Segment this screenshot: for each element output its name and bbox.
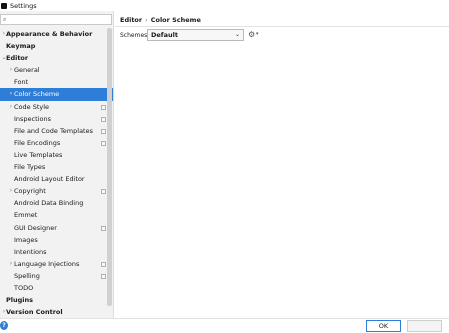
sidebar-item-label: Appearance & Behavior	[6, 30, 93, 38]
sidebar-item-label: Live Templates	[14, 150, 63, 159]
sidebar-item-label: Plugins	[6, 296, 33, 305]
sidebar-item-editor[interactable]: ⌄ Editor	[0, 52, 113, 64]
cancel-button[interactable]	[407, 320, 442, 332]
sidebar-item-intentions[interactable]: Intentions	[0, 246, 113, 258]
sidebar-item-emmet[interactable]: Emmet	[0, 209, 113, 221]
sidebar-item-label: Color Scheme	[14, 90, 60, 99]
project-settings-icon	[101, 116, 106, 122]
sidebar-item-label: Editor	[6, 54, 29, 63]
breadcrumb-color-scheme: Color Scheme	[150, 16, 201, 24]
sidebar-item-label: Version Control	[6, 308, 63, 317]
app-icon	[1, 2, 7, 9]
breadcrumb-separator: ›	[145, 16, 148, 24]
sidebar-item-label: Intentions	[14, 247, 47, 256]
project-settings-icon	[101, 104, 106, 110]
sidebar-item-label: Android Data Binding	[14, 199, 84, 208]
sidebar-item-file-types[interactable]: File Types	[0, 161, 113, 173]
help-button[interactable]: ?	[0, 321, 8, 330]
breadcrumb-editor: Editor	[120, 16, 143, 24]
sidebar-item-label: GUI Designer	[14, 223, 57, 232]
main-panel: Editor › Color Scheme Schemes: Default ⌄ ⚙…	[115, 11, 449, 318]
scheme-select[interactable]: Default ⌄	[147, 29, 244, 41]
sidebar-item-plugins[interactable]: Plugins	[0, 294, 113, 306]
settings-tree: › Appearance & Behavior Keymap ⌄ Editor › Gene…	[0, 28, 113, 318]
sidebar-item-file-and-code-templates[interactable]: File and Code Templates	[0, 125, 113, 137]
gear-icon[interactable]: ⚙	[248, 30, 255, 39]
breadcrumb: Editor › Color Scheme	[120, 16, 201, 24]
sidebar-item-label: Code Style	[14, 102, 50, 111]
project-settings-icon	[101, 225, 106, 231]
project-settings-icon	[101, 189, 106, 195]
title-bar: Settings	[0, 0, 449, 11]
sidebar-item-font[interactable]: Font	[0, 76, 113, 88]
header-divider	[115, 26, 449, 27]
sidebar-item-copyright[interactable]: › Copyright	[0, 185, 113, 197]
dialog-footer: ? OK	[0, 318, 449, 333]
project-settings-icon	[101, 140, 106, 146]
sidebar-item-spelling[interactable]: Spelling	[0, 270, 113, 282]
chevron-down-icon: ⌄	[234, 31, 240, 38]
sidebar-item-label: File Types	[14, 163, 46, 172]
sidebar-item-label: TODO	[14, 283, 34, 292]
sidebar-item-android-data-binding[interactable]: Android Data Binding	[0, 197, 113, 209]
scheme-label: Schemes:	[120, 32, 150, 39]
sidebar-item-label: Images	[14, 235, 38, 244]
sidebar-item-images[interactable]: Images	[0, 234, 113, 246]
sidebar-item-version-control[interactable]: › Version Control	[0, 306, 113, 318]
sidebar-item-general[interactable]: › General	[0, 64, 113, 76]
sidebar-item-label: File and Code Templates	[14, 126, 93, 135]
search-icon: ⌕	[3, 15, 7, 23]
sidebar-item-todo[interactable]: TODO	[0, 282, 113, 294]
sidebar-item-label: Inspections	[14, 114, 51, 123]
sidebar-item-live-templates[interactable]: Live Templates	[0, 149, 113, 161]
sidebar-item-gui-designer[interactable]: GUI Designer	[0, 222, 113, 234]
sidebar-item-appearance-behavior[interactable]: › Appearance & Behavior	[0, 28, 113, 40]
sidebar-item-label: General	[14, 66, 40, 75]
sidebar-item-inspections[interactable]: Inspections	[0, 113, 113, 125]
project-settings-icon	[101, 128, 106, 134]
sidebar-item-label: Spelling	[14, 271, 40, 280]
sidebar-item-android-layout-editor[interactable]: Android Layout Editor	[0, 173, 113, 185]
sidebar-item-label: Keymap	[6, 42, 36, 51]
sidebar-item-color-scheme[interactable]: › Color Scheme	[0, 88, 113, 101]
sidebar-item-label: Copyright	[14, 187, 46, 196]
sidebar-item-label: Emmet	[14, 211, 38, 220]
sidebar-item-label: Language Injections	[14, 259, 80, 268]
sidebar-item-language-injections[interactable]: › Language Injections	[0, 258, 113, 270]
window-title: Settings	[10, 1, 37, 10]
scheme-value: Default	[151, 31, 178, 39]
sidebar-item-code-style[interactable]: › Code Style	[0, 101, 113, 113]
sidebar-item-label: Font	[14, 78, 29, 87]
project-settings-icon	[101, 261, 106, 267]
sidebar-item-label: File Encodings	[14, 138, 61, 147]
sidebar-item-keymap[interactable]: Keymap	[0, 40, 113, 52]
project-settings-icon	[101, 273, 106, 279]
ok-button[interactable]: OK	[366, 320, 401, 332]
sidebar-item-label: Android Layout Editor	[14, 175, 85, 184]
sidebar-item-file-encodings[interactable]: File Encodings	[0, 137, 113, 149]
sidebar-scrollbar[interactable]	[107, 28, 112, 306]
search-input[interactable]: ⌕	[0, 14, 112, 25]
caret-down-icon[interactable]: ▾	[256, 31, 259, 37]
settings-sidebar: ⌕ › Appearance & Behavior Keymap ⌄ Editor › Ge…	[0, 11, 114, 318]
